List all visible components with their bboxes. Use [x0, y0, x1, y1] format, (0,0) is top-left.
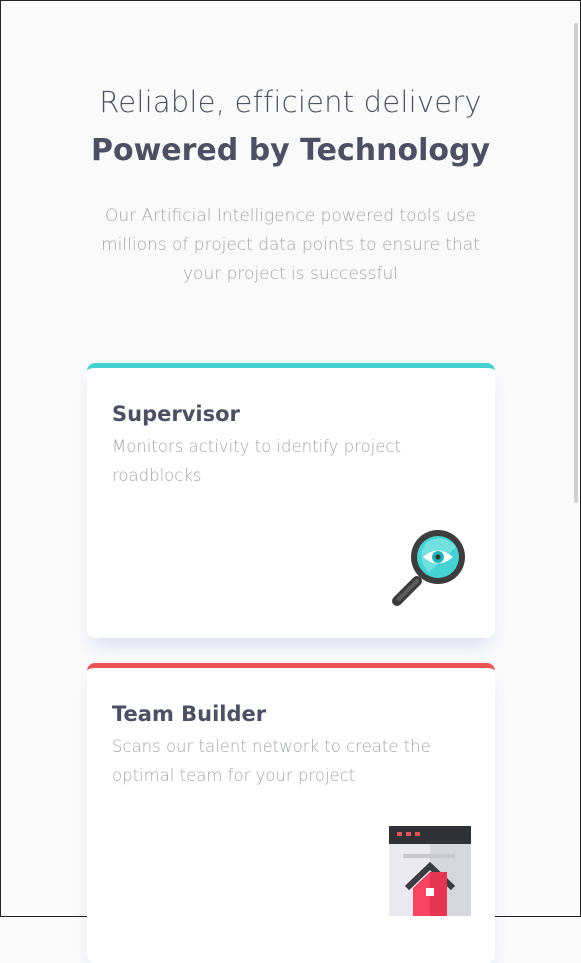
card-description: Scans our talent network to create the o…: [112, 737, 431, 785]
section-header: Reliable, efficient delivery Powered by …: [1, 1, 580, 289]
team-builder-window-icon: [389, 826, 471, 916]
card-description: Monitors activity to identify project ro…: [112, 437, 401, 485]
page-scrollbar[interactable]: [574, 23, 578, 503]
card-supervisor: Supervisor Monitors activity to identify…: [87, 363, 495, 638]
card-team-builder: Team Builder Scans our talent network to…: [87, 663, 495, 963]
section-description: Our Artificial Intelligence powered tool…: [101, 206, 480, 284]
card-title: Team Builder: [112, 702, 267, 726]
card-title: Supervisor: [112, 402, 240, 426]
section-subtitle: Reliable, efficient delivery: [99, 85, 482, 119]
magnifier-eye-icon: [392, 530, 465, 606]
section-title: Powered by Technology: [90, 133, 491, 168]
